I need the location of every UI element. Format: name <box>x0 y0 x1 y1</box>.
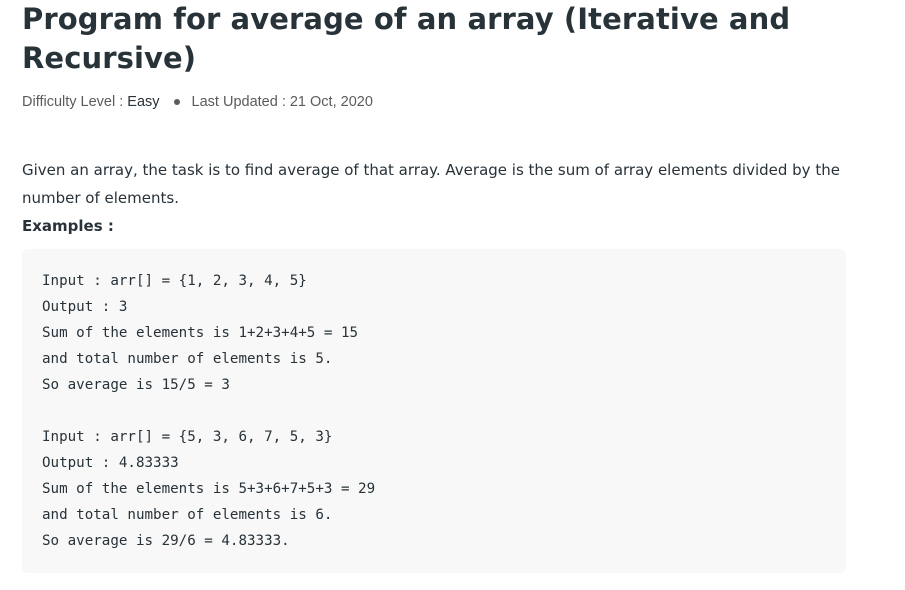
intro-paragraph: Given an array, the task is to find aver… <box>22 161 840 207</box>
code-line: Output : 3 <box>42 299 128 315</box>
code-block: Input : arr[] = {1, 2, 3, 4, 5} Output :… <box>22 249 846 573</box>
code-line: Sum of the elements is 5+3+6+7+5+3 = 29 <box>42 481 376 497</box>
last-updated-label: Last Updated : <box>191 94 286 110</box>
code-line: Input : arr[] = {1, 2, 3, 4, 5} <box>42 273 307 289</box>
difficulty-level-link[interactable]: Easy <box>127 94 159 110</box>
last-updated-date: 21 Oct, 2020 <box>289 94 373 110</box>
examples-heading: Examples : <box>22 217 114 235</box>
article-title: Program for average of an array (Iterati… <box>22 2 791 75</box>
code-line: So average is 15/5 = 3 <box>42 377 230 393</box>
article-meta: Difficulty Level : Easy Last Updated : 2… <box>22 92 852 112</box>
code-line: So average is 29/6 = 4.83333. <box>42 533 290 549</box>
code-line: Sum of the elements is 1+2+3+4+5 = 15 <box>42 325 359 341</box>
code-line: and total number of elements is 5. <box>42 351 333 367</box>
difficulty-label: Difficulty Level : <box>22 94 124 110</box>
code-line: and total number of elements is 6. <box>42 507 333 523</box>
article: Program for average of an array (Iterati… <box>22 0 852 573</box>
separator-dot-icon <box>173 99 180 105</box>
code-line: Output : 4.83333 <box>42 455 179 471</box>
code-line: Input : arr[] = {5, 3, 6, 7, 5, 3} <box>42 429 333 445</box>
